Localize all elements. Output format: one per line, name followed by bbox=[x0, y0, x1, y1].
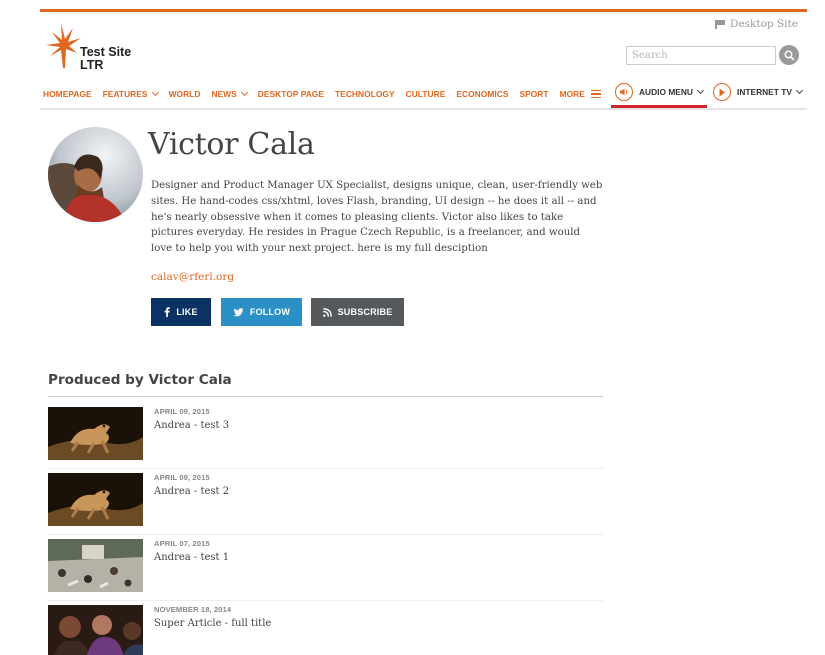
logo-line2: LTR bbox=[80, 58, 104, 72]
author-email-link[interactable]: calav@rferl.org bbox=[151, 271, 234, 283]
main-nav: HOMEPAGE FEATURES WORLD NEWS DESKTOP PAG… bbox=[43, 87, 612, 101]
article-title[interactable]: Andrea - test 3 bbox=[154, 420, 229, 431]
article-thumbnail[interactable] bbox=[48, 407, 143, 460]
top-accent-bar bbox=[40, 9, 807, 12]
article-date: APRIL 09, 2015 bbox=[154, 473, 210, 482]
article-item[interactable]: APRIL 09, 2015 Andrea - test 2 bbox=[48, 473, 603, 539]
article-date: NOVEMBER 18, 2014 bbox=[154, 605, 232, 614]
audio-menu-label: AUDIO MENU bbox=[639, 87, 693, 97]
article-thumbnail[interactable] bbox=[48, 473, 143, 526]
facebook-icon bbox=[164, 307, 171, 317]
twitter-icon bbox=[233, 307, 244, 316]
audio-menu[interactable]: AUDIO MENU bbox=[615, 83, 705, 101]
hamburger-icon bbox=[590, 90, 601, 98]
author-avatar bbox=[48, 127, 143, 222]
author-bio: Designer and Product Manager UX Speciali… bbox=[151, 180, 603, 255]
search-icon bbox=[784, 50, 795, 61]
chevron-down-icon bbox=[795, 86, 803, 95]
internet-tv-label: INTERNET TV bbox=[737, 87, 792, 97]
desktop-site-label: Desktop Site bbox=[730, 18, 798, 30]
article-divider bbox=[48, 468, 603, 469]
section-divider bbox=[48, 396, 603, 397]
nav-item-homepage[interactable]: HOMEPAGE bbox=[43, 89, 92, 99]
logo-text: Test Site LTR bbox=[80, 46, 131, 72]
rss-icon bbox=[322, 307, 332, 317]
section-title: Produced by Victor Cala bbox=[48, 372, 232, 388]
article-date: APRIL 07, 2015 bbox=[154, 539, 210, 548]
article-title[interactable]: Andrea - test 1 bbox=[154, 552, 229, 563]
subscribe-label: SUBSCRIBE bbox=[337, 307, 393, 317]
logo-flame-icon bbox=[46, 23, 81, 68]
article-item[interactable]: APRIL 09, 2015 Andrea - test 3 bbox=[48, 407, 603, 473]
play-icon bbox=[713, 83, 731, 101]
facebook-like-button[interactable]: LIKE bbox=[151, 298, 211, 326]
chevron-down-icon bbox=[696, 86, 705, 95]
nav-item-sport[interactable]: SPORT bbox=[519, 89, 548, 99]
desktop-site-link[interactable]: Desktop Site bbox=[715, 18, 798, 30]
article-thumbnail[interactable] bbox=[48, 605, 143, 655]
article-item[interactable]: NOVEMBER 18, 2014 Super Article - full t… bbox=[48, 605, 603, 655]
nav-item-desktop-page[interactable]: DESKTOP PAGE bbox=[258, 89, 324, 99]
like-label: LIKE bbox=[176, 307, 198, 317]
twitter-follow-button[interactable]: FOLLOW bbox=[221, 298, 302, 326]
nav-item-economics[interactable]: ECONOMICS bbox=[456, 89, 508, 99]
speaker-icon bbox=[615, 83, 633, 101]
article-date: APRIL 09, 2015 bbox=[154, 407, 210, 416]
article-title[interactable]: Andrea - test 2 bbox=[154, 486, 229, 497]
article-item[interactable]: APRIL 07, 2015 Andrea - test 1 bbox=[48, 539, 603, 605]
nav-item-news[interactable]: NEWS bbox=[211, 88, 248, 99]
flag-icon bbox=[715, 19, 726, 29]
article-divider bbox=[48, 600, 603, 601]
nav-item-more[interactable]: MORE bbox=[560, 89, 601, 99]
chevron-down-icon bbox=[151, 88, 159, 97]
chevron-down-icon bbox=[240, 88, 248, 97]
nav-item-features[interactable]: FEATURES bbox=[103, 88, 159, 99]
author-name: Victor Cala bbox=[148, 127, 315, 162]
search-button[interactable] bbox=[779, 45, 799, 65]
rss-subscribe-button[interactable]: SUBSCRIBE bbox=[311, 298, 404, 326]
article-title[interactable]: Super Article - full title bbox=[154, 618, 271, 629]
internet-tv-menu[interactable]: INTERNET TV bbox=[713, 83, 803, 101]
follow-label: FOLLOW bbox=[249, 307, 291, 317]
nav-divider bbox=[40, 108, 807, 110]
nav-item-world[interactable]: WORLD bbox=[169, 89, 201, 99]
nav-item-culture[interactable]: CULTURE bbox=[406, 89, 446, 99]
article-divider bbox=[48, 534, 603, 535]
nav-item-technology[interactable]: TECHNOLOGY bbox=[335, 89, 395, 99]
site-logo[interactable]: Test Site LTR bbox=[44, 20, 154, 76]
article-thumbnail[interactable] bbox=[48, 539, 143, 592]
search-input[interactable] bbox=[626, 46, 776, 65]
